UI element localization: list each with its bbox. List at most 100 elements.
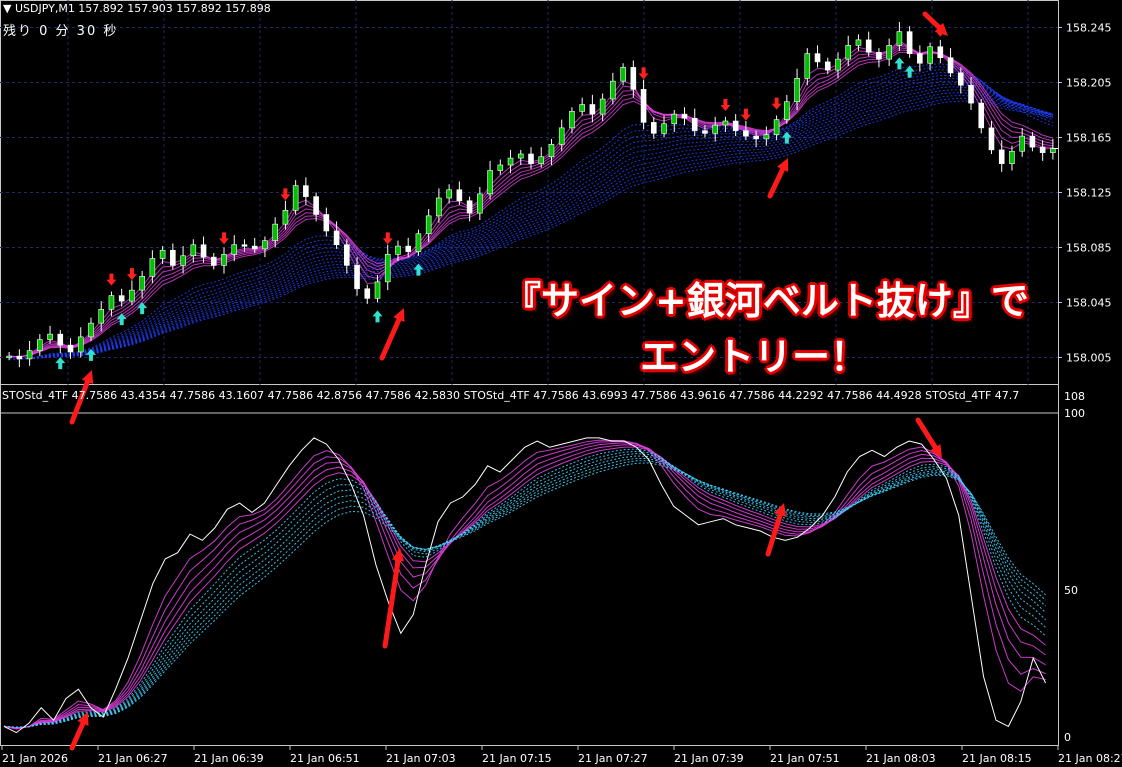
annotation-arrow-shaft	[379, 312, 404, 361]
sub-pane-frame	[0, 384, 1059, 746]
price-tick-label: 158.245	[1066, 22, 1112, 35]
sell-sign-arrow	[740, 108, 751, 121]
buy-sign-arrow	[781, 131, 792, 144]
candle-body	[927, 46, 933, 64]
candle-body	[466, 200, 473, 214]
candle-body	[865, 39, 872, 53]
candle-body	[814, 53, 821, 63]
candle-body	[497, 164, 504, 171]
candle-body	[303, 185, 309, 197]
candle-body	[282, 210, 289, 225]
candle-body	[763, 134, 770, 140]
stoch-max-label: 108	[1064, 390, 1085, 403]
candle-body	[917, 53, 923, 64]
candle-body	[415, 233, 422, 252]
candle-body	[210, 256, 217, 266]
stoch-ribbon-line	[3, 462, 1046, 728]
callout-line-1: 『サイン+銀河ベルト抜け』で	[503, 279, 1029, 323]
sell-sign-arrow	[280, 188, 291, 201]
sell-sign-arrow	[219, 232, 230, 245]
time-axis-label: 21 Jan 06:27	[98, 752, 168, 765]
time-axis-label: 21 Jan 07:03	[386, 752, 456, 765]
candle-body	[477, 193, 483, 214]
sell-sign-arrow	[771, 97, 782, 110]
candle-body	[1029, 135, 1036, 148]
candle-body	[118, 295, 125, 302]
candle-body	[661, 123, 667, 134]
candle-body	[221, 254, 227, 266]
time-axis-label: 21 Jan 2026	[2, 752, 68, 765]
candle-body	[354, 265, 360, 290]
candle-body	[528, 153, 534, 164]
candle-body	[425, 215, 432, 235]
stoch-ribbon-line	[3, 453, 1046, 728]
candle-body	[640, 89, 647, 123]
candle-body	[395, 245, 401, 255]
candle-body	[988, 127, 995, 151]
candle-body	[630, 67, 637, 90]
candle-body	[37, 339, 43, 351]
candle-body	[16, 355, 23, 360]
candle-body	[957, 72, 964, 86]
candle-body	[180, 255, 186, 266]
price-tick-label: 158.165	[1066, 132, 1112, 145]
stoch-ribbon-line	[3, 457, 1046, 728]
candle-body	[292, 185, 299, 211]
candle-body	[446, 189, 452, 199]
candle-body	[241, 244, 248, 247]
candle-body	[88, 322, 94, 338]
stoch-main-line	[3, 437, 1047, 734]
candle-body	[456, 189, 463, 202]
bar-timer: 残り 0 分 30 秒	[3, 24, 119, 39]
indicator-label: STOStd_4TF 47.7586 43.4354 47.7586 43.16…	[2, 389, 1020, 402]
candle-body	[384, 254, 391, 283]
candle-body	[650, 122, 657, 134]
buy-sign-arrow	[55, 357, 66, 370]
price-tick-label: 158.045	[1066, 297, 1112, 310]
time-axis-label: 21 Jan 08:15	[962, 752, 1032, 765]
sell-sign-arrow	[638, 67, 649, 80]
candle-body	[1009, 150, 1015, 164]
candle-body	[968, 84, 974, 104]
candle-body	[579, 104, 585, 112]
time-axis-label: 21 Jan 06:51	[290, 752, 360, 765]
candle-body	[190, 244, 197, 257]
stoch-ribbon-line	[3, 440, 1046, 730]
candle-body	[47, 333, 53, 340]
candle-body	[681, 113, 688, 119]
candle-body	[405, 245, 412, 252]
candle-body	[26, 350, 33, 360]
candle-body	[517, 153, 524, 159]
candle-body	[231, 244, 238, 255]
candle-body	[67, 344, 74, 353]
buy-sign-arrow	[85, 348, 96, 361]
candle-body	[149, 258, 156, 277]
candle-body	[364, 288, 371, 299]
candle-body	[6, 355, 12, 358]
chart-canvas[interactable]: 158.245 158.205 158.165 158.125 158.085 158.0…	[0, 0, 1122, 767]
candle-body	[507, 157, 514, 166]
price-tick-label: 158.005	[1066, 352, 1112, 365]
candle-body	[77, 336, 84, 353]
time-axis-label: 21 Jan 08:27	[1058, 752, 1122, 765]
candle-body	[896, 31, 903, 46]
price-tick-label: 158.205	[1066, 77, 1112, 90]
candle-body	[753, 135, 759, 140]
buy-sign-arrow	[904, 65, 915, 78]
buy-sign-arrow	[137, 302, 148, 315]
stoch-tick-label: 50	[1064, 584, 1078, 597]
sell-sign-arrow	[382, 232, 393, 245]
candle-body	[845, 45, 852, 60]
annotation-arrow-shaft	[382, 553, 402, 649]
candle-body	[262, 240, 268, 250]
triangle-down-icon[interactable]: ▼	[3, 2, 11, 15]
candle-body	[947, 57, 954, 74]
time-axis-label: 21 Jan 07:27	[578, 752, 648, 765]
annotation-arrow-shaft	[69, 716, 88, 751]
candle-body	[200, 244, 207, 258]
annotation-arrow-shaft	[915, 417, 941, 454]
candle-body	[538, 156, 545, 164]
candle-body	[773, 119, 780, 136]
candle-body	[139, 276, 145, 291]
candle-body	[313, 196, 319, 215]
